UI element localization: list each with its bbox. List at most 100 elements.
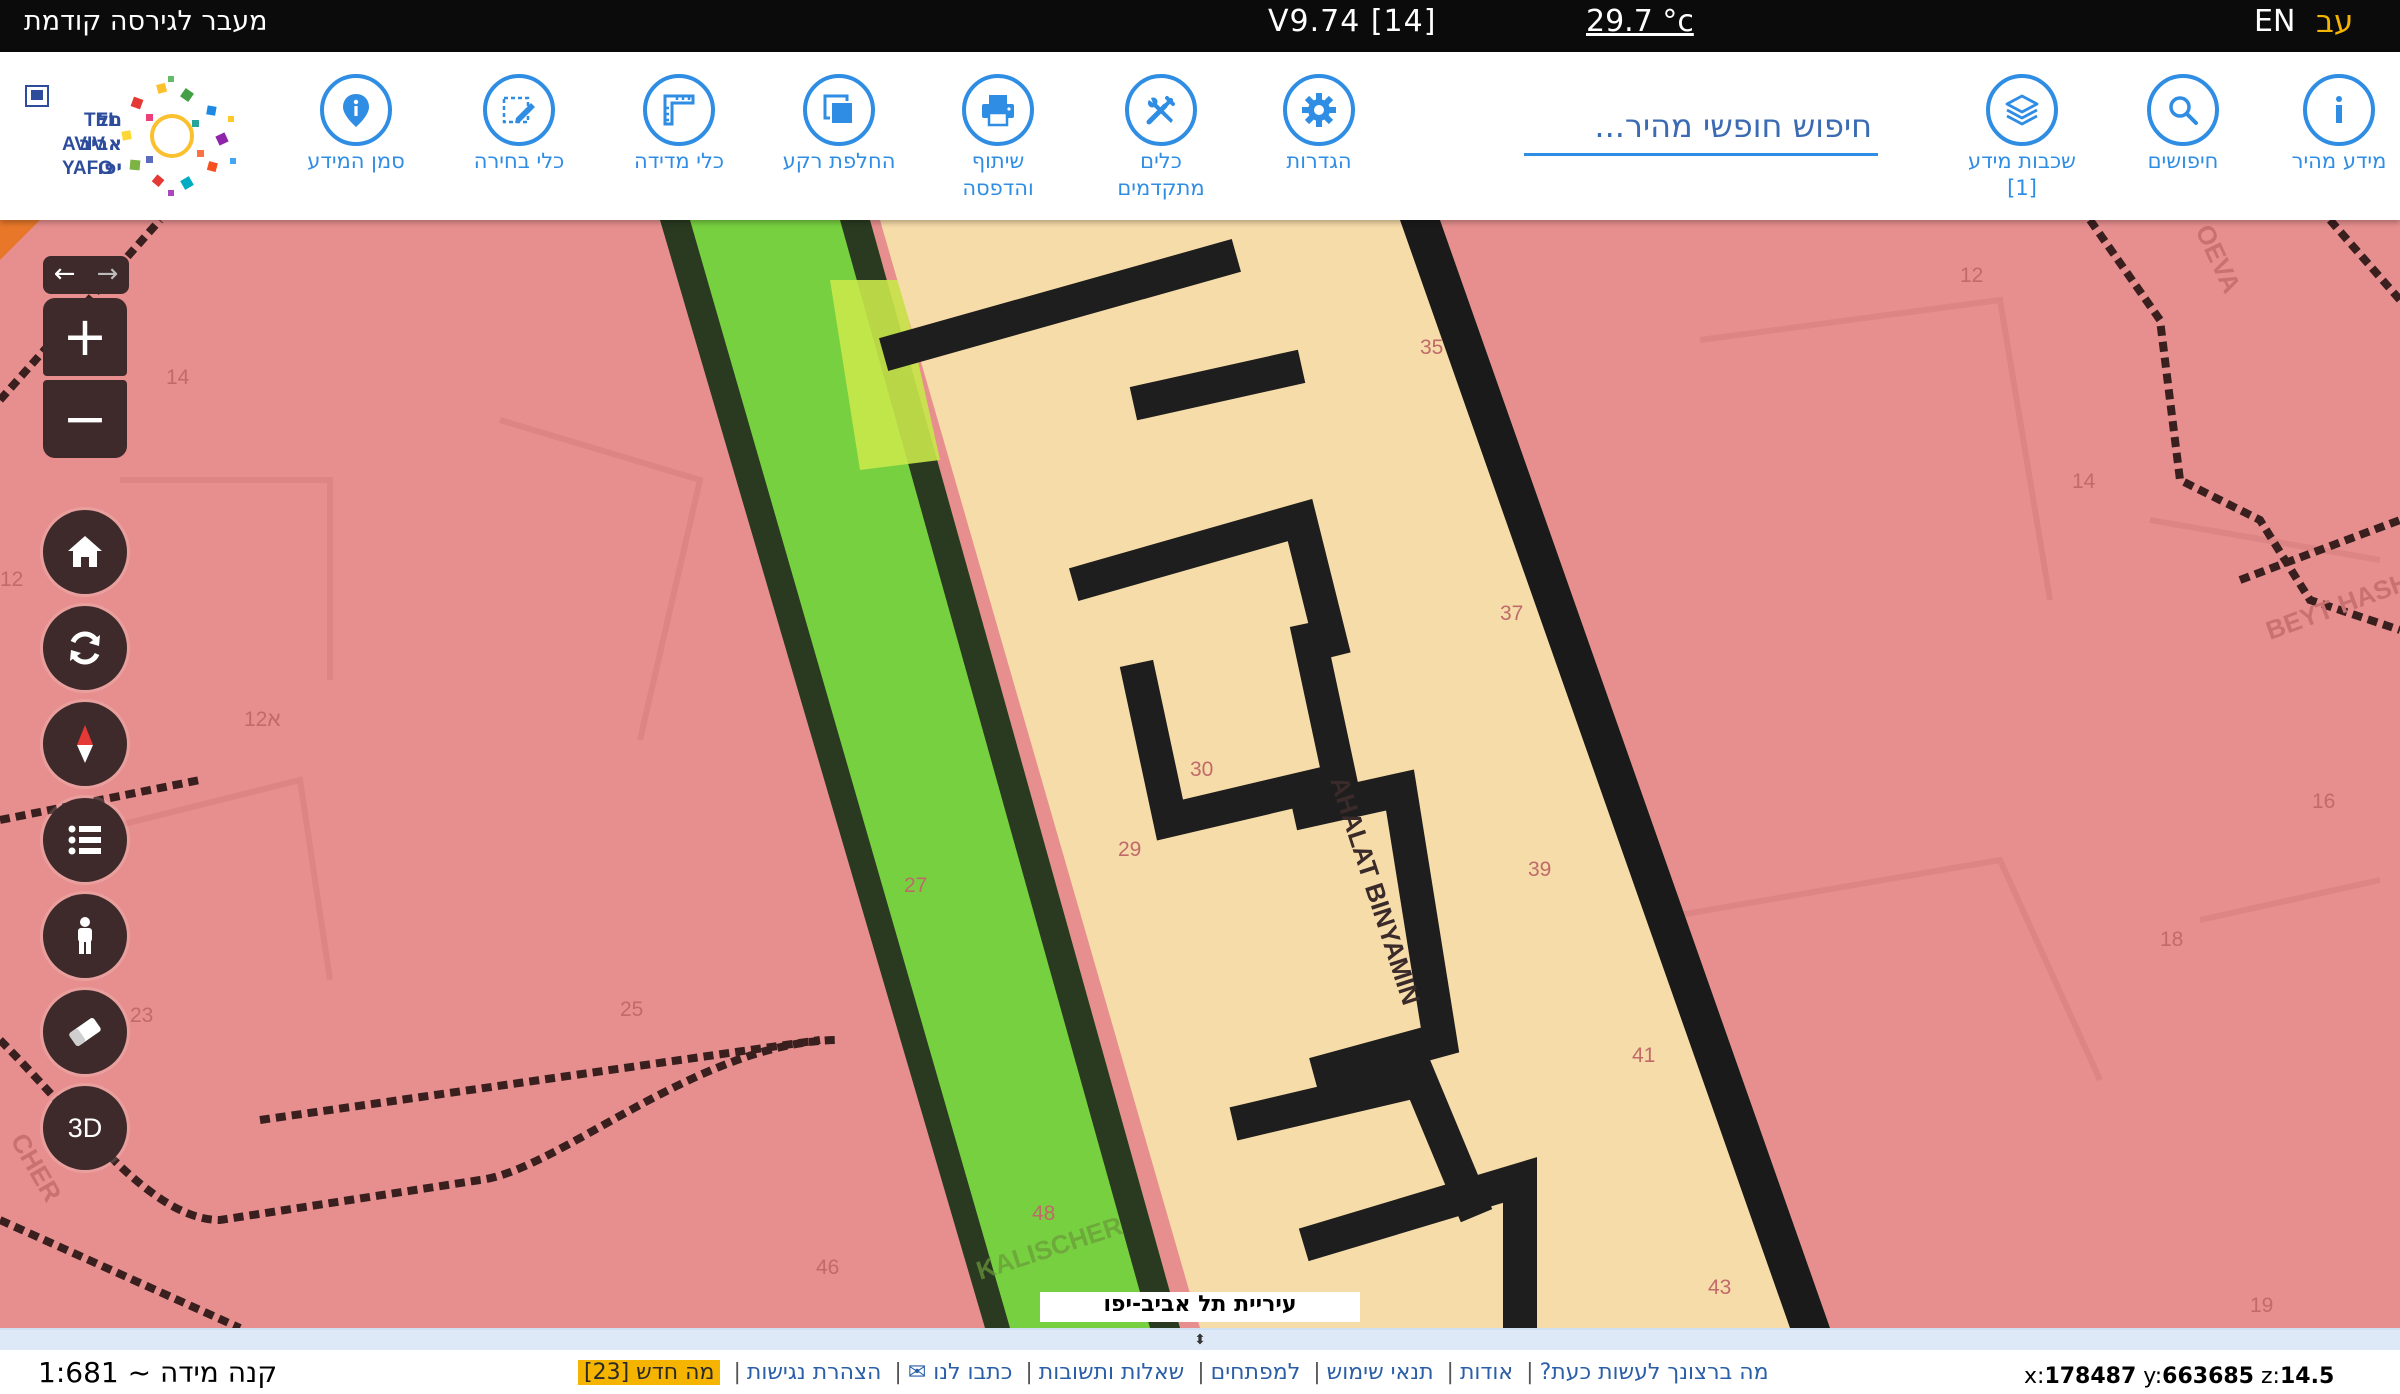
parcel-number: 29	[1118, 838, 1141, 861]
compass-button[interactable]	[43, 702, 127, 786]
main-toolbar: TEL AVIV YAFO תל אביב יפו סמן המידע כלי …	[0, 52, 2400, 220]
share-print-button[interactable]: שיתוף והדפסה	[923, 74, 1073, 202]
settings-button[interactable]: הגדרות	[1244, 74, 1394, 175]
forward-arrow-icon[interactable]: →	[86, 256, 129, 294]
select-tools-button[interactable]: כלי בחירה	[444, 74, 594, 175]
list-icon	[68, 825, 101, 855]
gear-icon	[1302, 93, 1336, 127]
share-print-label-line1: שיתוף	[971, 149, 1025, 173]
coord-y-value: 663685	[2162, 1364, 2254, 1389]
parcel-number: 12	[1960, 264, 1983, 287]
parcel-number: 27	[904, 874, 927, 897]
map-graphics: AHALAT BINYAMIN KALISCHER OEVA BEYT HASH…	[0, 220, 2400, 1328]
parcel-number: 19	[2250, 1294, 2273, 1317]
coord-y-label: y:	[2143, 1364, 2163, 1389]
search-icon	[2169, 96, 2198, 125]
parcel-number: 46	[816, 1256, 839, 1279]
layers-icon	[2005, 94, 2039, 126]
developers-link[interactable]: למפתחים	[1211, 1360, 1301, 1385]
tel-aviv-yafo-logo[interactable]: TEL AVIV YAFO תל אביב יפו	[22, 76, 252, 202]
parcel-number: 12א	[244, 708, 281, 731]
parcel-number: 23	[130, 1004, 153, 1027]
zoom-out-button[interactable]: −	[43, 380, 127, 458]
temperature-link[interactable]: 29.7 °c	[1586, 4, 1694, 39]
person-icon	[78, 917, 92, 954]
street-view-button[interactable]	[43, 894, 127, 978]
parcel-number: 16	[2312, 790, 2335, 813]
coord-x-label: x:	[2024, 1364, 2045, 1389]
svg-text:אביב: אביב	[79, 133, 122, 155]
home-icon	[68, 536, 102, 567]
selection-edit-icon	[502, 96, 535, 124]
compass-icon	[77, 725, 93, 763]
what-now-link[interactable]: מה ברצונך לעשות כעת?	[1540, 1360, 1769, 1385]
coord-z-value: 14.5	[2279, 1364, 2335, 1389]
map-canvas[interactable]: AHALAT BINYAMIN KALISCHER OEVA BEYT HASH…	[0, 220, 2400, 1328]
basemap-switch-label: החלפת רקע	[782, 149, 896, 173]
map-pin-icon	[343, 94, 369, 127]
quick-search	[1524, 98, 1878, 156]
eraser-icon	[69, 1018, 101, 1046]
top-bar: מעבר לגירסה קודמת V9.74 [14] 29.7 °c EN …	[0, 0, 2400, 52]
previous-version-link[interactable]: מעבר לגירסה קודמת	[24, 6, 268, 37]
language-english[interactable]: EN	[2254, 4, 2295, 39]
back-arrow-icon[interactable]: ←	[43, 256, 86, 294]
parcel-number: 14	[166, 366, 190, 389]
basemap-icon	[823, 94, 854, 125]
coord-x-value: 178487	[2044, 1364, 2137, 1389]
quick-search-input[interactable]	[1524, 98, 1878, 153]
ruler-icon	[663, 94, 695, 126]
terms-link[interactable]: תנאי שימוש	[1327, 1360, 1434, 1385]
faq-link[interactable]: שאלות ותשובות	[1039, 1360, 1184, 1385]
svg-text:תל: תל	[98, 109, 122, 131]
about-link[interactable]: אודות	[1460, 1360, 1513, 1385]
minus-icon: −	[62, 387, 108, 450]
settings-label: הגדרות	[1286, 149, 1352, 173]
layers-button[interactable]: שכבות מידע [1]	[1947, 74, 2097, 202]
parcel-number: 12	[0, 568, 23, 591]
contact-link[interactable]: כתבו לנו ✉	[908, 1360, 1013, 1385]
printer-icon	[982, 95, 1014, 127]
searches-button[interactable]: חיפושים	[2108, 74, 2258, 175]
mark-info-button[interactable]: סמן המידע	[281, 74, 431, 175]
parcel-number: 14	[2072, 470, 2096, 493]
basemap-switch-button[interactable]: החלפת רקע	[764, 74, 914, 175]
measure-tools-button[interactable]: כלי מדידה	[604, 74, 754, 175]
legend-list-button[interactable]	[43, 798, 127, 882]
advanced-tools-label-line2: מתקדמים	[1117, 176, 1205, 200]
whats-new-badge[interactable]: מה חדש [23]	[578, 1360, 721, 1385]
eraser-button[interactable]	[43, 990, 127, 1074]
coord-z-label: z:	[2261, 1364, 2280, 1389]
version-label: V9.74 [14]	[1268, 4, 1437, 39]
searches-label: חיפושים	[2147, 149, 2219, 173]
history-nav: ← →	[43, 256, 129, 294]
parcel-number: 48	[1032, 1202, 1055, 1225]
measure-tools-label: כלי מדידה	[633, 149, 725, 173]
refresh-button[interactable]	[43, 606, 127, 690]
layers-count: [1]	[2007, 176, 2037, 200]
home-button[interactable]	[43, 510, 127, 594]
parcel-number: 35	[1420, 336, 1443, 359]
advanced-tools-button[interactable]: כלים מתקדמים	[1086, 74, 1236, 202]
svg-text:יפו: יפו	[97, 157, 122, 179]
quick-info-button[interactable]: מידע מהיר	[2264, 74, 2400, 175]
3d-view-button[interactable]: 3D	[43, 1086, 127, 1170]
tools-icon	[1146, 96, 1175, 125]
quick-info-label: מידע מהיר	[2291, 149, 2387, 173]
refresh-icon	[70, 631, 100, 665]
share-print-label-line2: והדפסה	[962, 176, 1034, 200]
parcel-number: 37	[1500, 602, 1523, 625]
info-icon	[2336, 96, 2342, 123]
logo-shield-icon	[25, 85, 49, 107]
map-scale: קנה מידה ~ 1:681	[38, 1356, 278, 1389]
share-print-label: שיתוף והדפסה	[923, 148, 1073, 202]
layers-label: שכבות מידע [1]	[1947, 148, 2097, 202]
expand-handle-icon[interactable]: ⬍	[0, 1330, 2400, 1350]
parcel-number: 25	[620, 998, 643, 1021]
parcel-number: 30	[1190, 758, 1213, 781]
language-hebrew[interactable]: עב	[2316, 4, 2353, 40]
zoom-in-button[interactable]: +	[43, 298, 127, 376]
accessibility-link[interactable]: הצהרת נגישות	[747, 1360, 882, 1385]
parcel-number: 39	[1528, 858, 1551, 881]
bottom-bar: ⬍ קנה מידה ~ 1:681 מה ברצונך לעשות כעת?|…	[0, 1328, 2400, 1394]
